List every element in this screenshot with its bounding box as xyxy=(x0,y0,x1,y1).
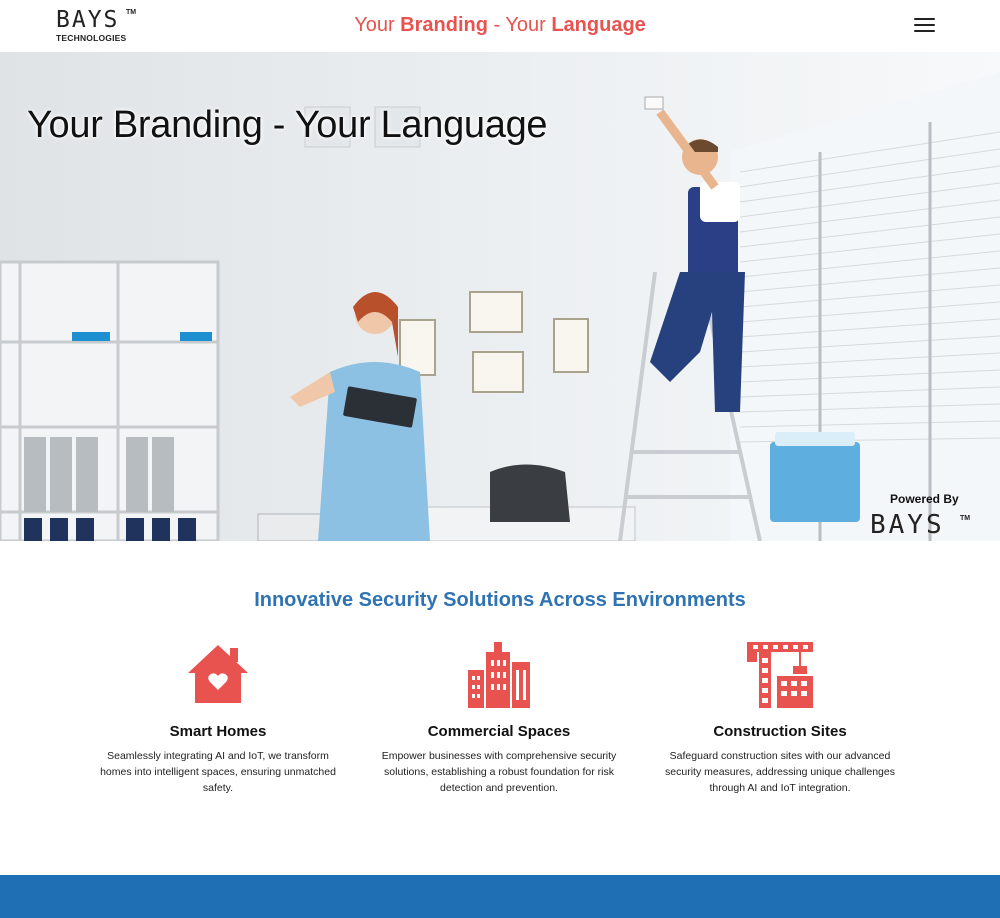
hero-banner: Your Branding - Your Language Powered By… xyxy=(0,52,1000,541)
features-section-title: Innovative Security Solutions Across Env… xyxy=(254,589,746,611)
powered-by-label: Powered By xyxy=(890,492,959,506)
powered-by-logo: BAYS xyxy=(870,510,945,540)
smart-home-icon xyxy=(183,640,253,710)
feature-description: Safeguard construction sites with our ad… xyxy=(665,750,895,794)
tagline-language: Language xyxy=(551,14,646,36)
feature-commercial-spaces: Commercial Spaces Empower businesses wit… xyxy=(374,640,624,796)
feature-description: Seamlessly integrating AI and IoT, we tr… xyxy=(100,750,336,794)
hero-title: Your Branding - Your Language xyxy=(27,104,548,146)
construction-crane-icon xyxy=(745,640,815,710)
feature-construction-sites: Construction Sites Safeguard constructio… xyxy=(655,640,905,796)
feature-title: Construction Sites xyxy=(713,723,847,740)
tagline-part-3: - Your xyxy=(487,14,552,36)
site-header: BAYS TM TECHNOLOGIES Your Branding - You… xyxy=(0,0,1000,52)
footer-band xyxy=(0,875,1000,918)
tagline-part-1: Your xyxy=(354,14,401,36)
hamburger-menu-icon[interactable] xyxy=(914,18,935,34)
feature-title: Smart Homes xyxy=(169,723,267,740)
commercial-building-icon xyxy=(464,640,534,710)
feature-description: Empower businesses with comprehensive se… xyxy=(381,750,617,794)
powered-by-trademark: TM xyxy=(960,515,971,522)
feature-title: Commercial Spaces xyxy=(427,723,571,740)
header-tagline: Your Branding - Your Language xyxy=(0,14,1000,37)
feature-smart-homes: Smart Homes Seamlessly integrating AI an… xyxy=(93,640,343,796)
tagline-branding: Branding xyxy=(400,14,488,36)
